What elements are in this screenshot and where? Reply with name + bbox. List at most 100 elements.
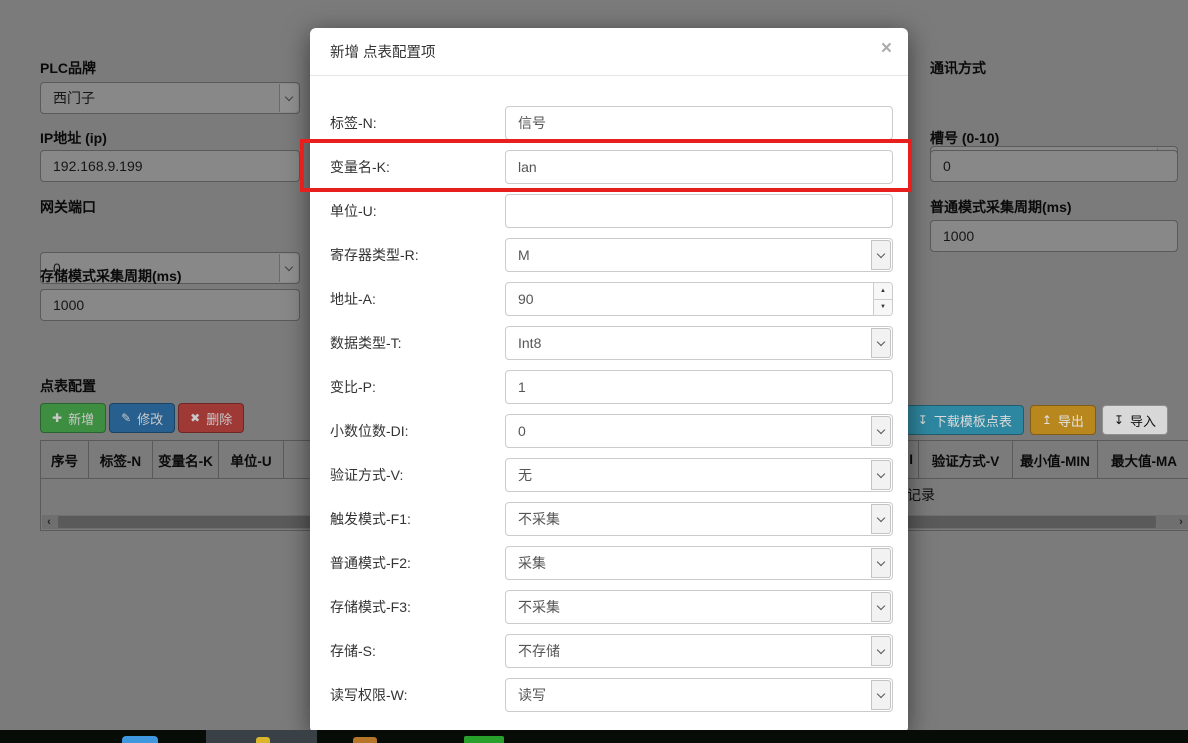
column-header: 最小值-MIN bbox=[1013, 441, 1098, 479]
register-type-r-select[interactable]: M bbox=[505, 238, 893, 272]
rw-permission-w-select[interactable]: 读写 bbox=[505, 678, 893, 712]
decimal-digits-di-select[interactable]: 0 bbox=[505, 414, 893, 448]
table-toolbar-left: ✚ 新增 ✎ 修改 ✖ 删除 bbox=[40, 403, 244, 433]
import-button[interactable]: ↧ 导入 bbox=[1102, 405, 1168, 435]
chevron-down-icon[interactable] bbox=[871, 592, 891, 622]
address-a-label: 地址-A: bbox=[330, 282, 505, 316]
chevron-down-icon[interactable] bbox=[871, 680, 891, 710]
gateway-port-label: 网关端口 bbox=[40, 197, 96, 217]
slot-input[interactable] bbox=[930, 150, 1178, 182]
data-type-t-select[interactable]: Int8 bbox=[505, 326, 893, 360]
storage-period-input[interactable] bbox=[40, 289, 300, 321]
x-icon: ✖ bbox=[190, 411, 200, 425]
form-row: 地址-A: ▲ ▼ bbox=[330, 282, 893, 316]
ratio-p-input[interactable] bbox=[505, 370, 893, 404]
column-header: 变量名-K bbox=[153, 441, 219, 479]
form-row: 存储模式-F3: 不采集 bbox=[330, 590, 893, 624]
download-icon: ↧ bbox=[918, 413, 928, 427]
storage-s-select[interactable]: 不存储 bbox=[505, 634, 893, 668]
export-icon: ↥ bbox=[1042, 413, 1052, 427]
form-row: 数据类型-T: Int8 bbox=[330, 326, 893, 360]
plc-brand-value: 西门子 bbox=[53, 88, 95, 108]
import-icon: ↧ bbox=[1114, 413, 1124, 427]
normal-period-label: 普通模式采集周期(ms) bbox=[930, 197, 1072, 217]
variable-name-k-label: 变量名-K: bbox=[330, 150, 505, 184]
taskbar-app-icon-yellow[interactable] bbox=[256, 737, 270, 743]
normal-mode-f2-select[interactable]: 采集 bbox=[505, 546, 893, 580]
trigger-mode-f1-select[interactable]: 不采集 bbox=[505, 502, 893, 536]
form-row: 触发模式-F1: 不采集 bbox=[330, 502, 893, 536]
form-row: 标签-N: bbox=[330, 106, 893, 140]
chevron-down-icon[interactable] bbox=[871, 504, 891, 534]
ip-input[interactable] bbox=[40, 150, 300, 182]
normal-period-input[interactable] bbox=[930, 220, 1178, 252]
storage-mode-f3-select[interactable]: 不采集 bbox=[505, 590, 893, 624]
chevron-down-icon[interactable] bbox=[279, 254, 298, 282]
modal-title: 新增 点表配置项 bbox=[330, 41, 436, 62]
storage-period-label: 存储模式采集周期(ms) bbox=[40, 266, 182, 286]
taskbar-app-icon-blue[interactable] bbox=[122, 736, 158, 743]
validation-v-label: 验证方式-V: bbox=[330, 458, 505, 492]
chevron-down-icon[interactable] bbox=[871, 240, 891, 270]
caret-up-icon[interactable]: ▲ bbox=[874, 283, 892, 300]
export-button[interactable]: ↥ 导出 bbox=[1030, 405, 1096, 435]
plc-brand-select[interactable]: 西门子 bbox=[40, 82, 300, 114]
chevron-down-icon[interactable] bbox=[871, 328, 891, 358]
add-button[interactable]: ✚ 新增 bbox=[40, 403, 106, 433]
form-row: 读写权限-W: 读写 bbox=[330, 678, 893, 712]
unit-u-input[interactable] bbox=[505, 194, 893, 228]
column-header: 序号 bbox=[41, 441, 89, 479]
modal-body: 标签-N: 变量名-K: 单位-U: 寄存器类型-R: M bbox=[310, 76, 908, 712]
form-row: 变比-P: bbox=[330, 370, 893, 404]
table-toolbar-right: ↧ 下载模板点表 ↥ 导出 ↧ 导入 bbox=[906, 405, 1168, 435]
slot-label: 槽号 (0-10) bbox=[930, 128, 999, 148]
plc-brand-label: PLC品牌 bbox=[40, 58, 96, 78]
no-records-text: 记录 bbox=[907, 485, 935, 505]
chevron-down-icon[interactable] bbox=[871, 460, 891, 490]
edit-button[interactable]: ✎ 修改 bbox=[109, 403, 175, 433]
column-header: 验证方式-V bbox=[919, 441, 1013, 479]
ratio-p-label: 变比-P: bbox=[330, 370, 505, 404]
storage-mode-f3-label: 存储模式-F3: bbox=[330, 590, 505, 624]
label-n-input[interactable] bbox=[505, 106, 893, 140]
screen: PLC品牌 西门子 IP地址 (ip) 网关端口 0 存储模式采集周期(ms) … bbox=[0, 0, 1188, 743]
number-spinner[interactable]: ▲ ▼ bbox=[873, 283, 892, 315]
form-row: 普通模式-F2: 采集 bbox=[330, 546, 893, 580]
chevron-down-icon[interactable] bbox=[279, 84, 298, 112]
rw-permission-w-label: 读写权限-W: bbox=[330, 678, 505, 712]
unit-u-label: 单位-U: bbox=[330, 194, 505, 228]
close-icon[interactable]: × bbox=[881, 39, 892, 58]
chevron-left-icon[interactable]: ‹ bbox=[42, 515, 56, 529]
delete-button[interactable]: ✖ 删除 bbox=[178, 403, 244, 433]
chevron-down-icon[interactable] bbox=[871, 548, 891, 578]
validation-v-select[interactable]: 无 bbox=[505, 458, 893, 492]
taskbar bbox=[0, 730, 1188, 743]
storage-s-label: 存储-S: bbox=[330, 634, 505, 668]
form-row: 验证方式-V: 无 bbox=[330, 458, 893, 492]
decimal-digits-di-label: 小数位数-DI: bbox=[330, 414, 505, 448]
form-row: 寄存器类型-R: M bbox=[330, 238, 893, 272]
form-row: 小数位数-DI: 0 bbox=[330, 414, 893, 448]
variable-name-k-input[interactable] bbox=[505, 150, 893, 184]
chevron-down-icon[interactable] bbox=[871, 416, 891, 446]
address-a-input[interactable] bbox=[505, 282, 893, 316]
add-point-config-modal: 新增 点表配置项 × 标签-N: 变量名-K: 单位-U: 寄存器类型-R: M bbox=[310, 28, 908, 733]
trigger-mode-f1-label: 触发模式-F1: bbox=[330, 502, 505, 536]
taskbar-app-icon-orange[interactable] bbox=[353, 737, 377, 743]
taskbar-app-icon-green[interactable] bbox=[464, 736, 504, 743]
column-header: 标签-N bbox=[89, 441, 153, 479]
form-row: 单位-U: bbox=[330, 194, 893, 228]
chevron-right-icon[interactable]: › bbox=[1174, 515, 1188, 529]
download-template-button[interactable]: ↧ 下载模板点表 bbox=[906, 405, 1024, 435]
data-type-t-label: 数据类型-T: bbox=[330, 326, 505, 360]
plus-icon: ✚ bbox=[52, 411, 62, 425]
pencil-icon: ✎ bbox=[121, 411, 131, 425]
column-header: 最大值-MA bbox=[1098, 441, 1188, 479]
chevron-down-icon[interactable] bbox=[871, 636, 891, 666]
column-header: 单位-U bbox=[219, 441, 284, 479]
caret-down-icon[interactable]: ▼ bbox=[874, 300, 892, 316]
section-title: 点表配置 bbox=[40, 376, 96, 396]
comm-mode-label: 通讯方式 bbox=[930, 58, 986, 78]
form-row: 存储-S: 不存储 bbox=[330, 634, 893, 668]
form-row-highlighted: 变量名-K: bbox=[330, 150, 893, 184]
